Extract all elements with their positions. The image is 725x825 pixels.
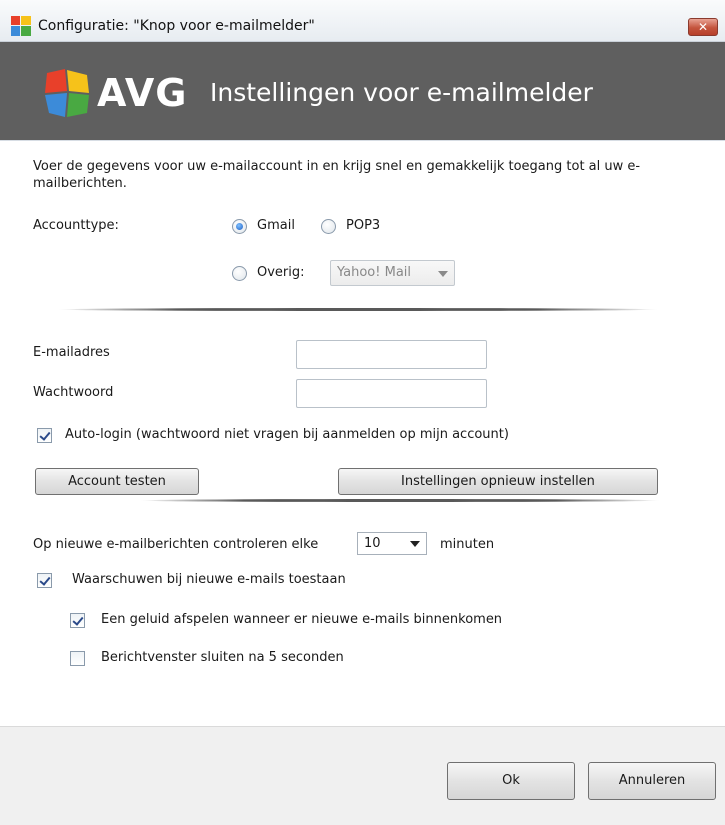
- settings-panel: Voer de gegevens voor uw e-mailaccount i…: [0, 140, 725, 726]
- check-interval-value: 10: [364, 536, 381, 551]
- auto-close-checkbox[interactable]: [70, 651, 85, 666]
- ok-button[interactable]: Ok: [447, 762, 575, 800]
- separator: [58, 308, 658, 311]
- other-provider-value: Yahoo! Mail: [337, 265, 412, 280]
- warn-label[interactable]: Waarschuwen bij nieuwe e-mails toestaan: [72, 572, 346, 587]
- password-label: Wachtwoord: [33, 385, 114, 400]
- chevron-down-icon: [410, 541, 420, 547]
- title-bar: Configuratie: "Knop voor e-mailmelder" ✕: [0, 0, 725, 42]
- radio-gmail[interactable]: [232, 219, 247, 234]
- close-window-button[interactable]: ✕: [688, 18, 718, 36]
- radio-pop3-label[interactable]: POP3: [346, 218, 380, 233]
- sound-checkbox[interactable]: [70, 613, 85, 628]
- autologin-checkbox[interactable]: [37, 428, 52, 443]
- avg-logo-text: AVG: [97, 71, 188, 115]
- email-field[interactable]: [296, 340, 487, 369]
- avg-app-icon: [11, 16, 31, 36]
- warn-checkbox[interactable]: [37, 573, 52, 588]
- banner-title: Instellingen voor e-mailmelder: [210, 78, 593, 107]
- configuration-dialog: Configuratie: "Knop voor e-mailmelder" ✕…: [0, 0, 725, 825]
- account-type-label: Accounttype:: [33, 218, 119, 233]
- autologin-label[interactable]: Auto-login (wachtwoord niet vragen bij a…: [65, 427, 509, 442]
- radio-other[interactable]: [232, 266, 247, 281]
- check-interval-label: Op nieuwe e-mailberichten controleren el…: [33, 537, 319, 552]
- radio-pop3[interactable]: [321, 219, 336, 234]
- window-title: Configuratie: "Knop voor e-mailmelder": [38, 18, 315, 34]
- avg-logo-icon: [45, 69, 89, 117]
- separator: [140, 499, 660, 502]
- description-text: Voer de gegevens voor uw e-mailaccount i…: [33, 159, 641, 191]
- auto-close-label[interactable]: Berichtvenster sluiten na 5 seconden: [101, 650, 344, 665]
- password-field[interactable]: [296, 379, 487, 408]
- test-account-button[interactable]: Account testen: [35, 468, 199, 495]
- other-provider-select: Yahoo! Mail: [330, 260, 455, 286]
- header-banner: AVG Instellingen voor e-mailmelder: [0, 42, 725, 140]
- radio-other-label[interactable]: Overig:: [257, 265, 305, 280]
- email-label: E-mailadres: [33, 345, 110, 360]
- radio-gmail-label[interactable]: Gmail: [257, 218, 295, 233]
- chevron-down-icon: [438, 271, 448, 277]
- minutes-label: minuten: [440, 537, 495, 552]
- sound-label[interactable]: Een geluid afspelen wanneer er nieuwe e-…: [101, 612, 502, 627]
- avg-logo: AVG: [41, 67, 191, 123]
- dialog-footer: Ok Annuleren: [0, 726, 725, 825]
- check-interval-select[interactable]: 10: [357, 532, 427, 555]
- cancel-button[interactable]: Annuleren: [588, 762, 716, 800]
- reset-settings-button[interactable]: Instellingen opnieuw instellen: [338, 468, 658, 495]
